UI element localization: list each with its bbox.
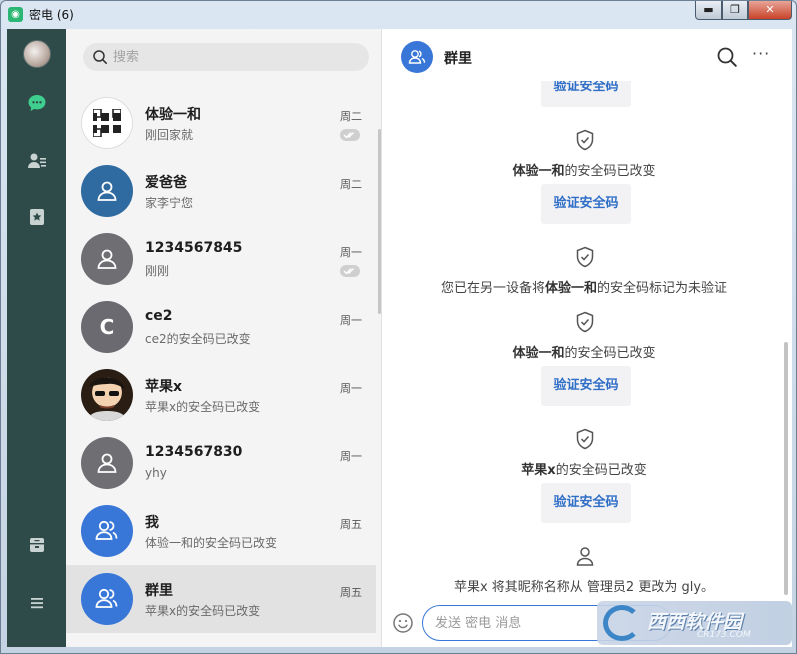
- conversation-preview: ce2的安全码已改变: [145, 332, 251, 346]
- shield-check-icon: [575, 311, 595, 333]
- watermark-logo: 西西软件园 CR173.COM: [597, 601, 792, 645]
- window-controls: ▬ ❐ ✕: [695, 1, 792, 20]
- avatar[interactable]: [81, 437, 133, 489]
- safety-code-notice: 体验一和的安全码已改变: [512, 164, 656, 179]
- safety-code-notice: 您已在另一设备将体验一和的安全码标记为未验证: [440, 281, 728, 296]
- conversation-time: 周五: [340, 586, 362, 599]
- search-box[interactable]: [83, 43, 369, 71]
- avatar[interactable]: [81, 369, 133, 421]
- conversation-preview: yhy: [145, 466, 167, 480]
- conversation-list-pane: 体验一和刚回家就周二爱爸爸家李宁您周二1234567845刚刚周一Cce2ce2…: [66, 29, 382, 647]
- contact-name: 苹果x: [521, 463, 556, 478]
- avatar[interactable]: [81, 165, 133, 217]
- conversation-name: 爱爸爸: [145, 175, 187, 191]
- conversation-preview: 苹果x的安全码已改变: [145, 604, 261, 618]
- conversation-item[interactable]: 体验一和刚回家就 周二: [66, 89, 376, 157]
- avatar[interactable]: C: [81, 301, 133, 353]
- message-list: 验证安全码 体验一和的安全码已改变 验证安全码 您已在另一设备将体验一和的安全码标记为…: [382, 81, 786, 595]
- chat-scrollbar[interactable]: [784, 342, 788, 595]
- avatar[interactable]: [81, 573, 133, 625]
- conversation-item[interactable]: 1234567830 yhy 周一: [66, 429, 376, 497]
- title-bar[interactable]: ◉ 密电 (6) ▬ ❐ ✕: [1, 1, 796, 27]
- conversation-name: 1234567845: [145, 240, 243, 256]
- conversation-item[interactable]: 苹果x 苹果x的安全码已改变 周一: [66, 361, 376, 429]
- maximize-button[interactable]: ❐: [722, 1, 748, 20]
- conversation-name: 苹果x: [145, 379, 183, 395]
- menu-icon[interactable]: [26, 592, 48, 614]
- close-button[interactable]: ✕: [748, 1, 792, 20]
- conversation-preview: 刚刚: [145, 264, 170, 278]
- search-icon: [93, 50, 107, 64]
- conversation-time: 周五: [340, 518, 362, 531]
- conversation-name: ce2: [145, 308, 173, 324]
- avatar[interactable]: [81, 97, 133, 149]
- read-receipt-icon: [340, 265, 360, 277]
- read-receipt-icon: [340, 129, 360, 141]
- verify-safety-code-button[interactable]: 验证安全码: [541, 184, 631, 224]
- watermark-ring-icon: [603, 605, 641, 641]
- conversation-preview: 家李宁您: [145, 196, 194, 210]
- conversation-name: 我: [145, 515, 159, 531]
- group-avatar[interactable]: [401, 41, 433, 73]
- shield-check-icon: [575, 246, 595, 268]
- conversation-time: 周一: [340, 450, 362, 463]
- conversation-preview: 体验一和的安全码已改变: [145, 536, 278, 550]
- more-options-icon[interactable]: ···: [752, 44, 774, 66]
- conversation-time: 周一: [340, 314, 362, 327]
- user-avatar[interactable]: [23, 40, 51, 68]
- conversation-preview: 刚回家就: [145, 128, 194, 142]
- conversation-time: 周二: [340, 110, 362, 123]
- contact-name: 体验一和: [544, 281, 597, 296]
- search-input[interactable]: [113, 47, 353, 67]
- conversation-item[interactable]: 1234567845 刚刚 周一: [66, 225, 376, 293]
- person-outline-icon: [575, 545, 595, 567]
- contact-name: 体验一和: [512, 164, 565, 179]
- conversation-time: 周一: [340, 246, 362, 259]
- group-icon: [408, 50, 426, 64]
- conversation-item[interactable]: 我体验一和的安全码已改变 周五: [66, 497, 376, 565]
- contacts-icon[interactable]: [26, 150, 48, 172]
- safety-code-notice: 苹果x的安全码已改变: [521, 463, 647, 478]
- conversation-name: 体验一和: [145, 107, 201, 123]
- chat-header: 群里 ···: [382, 29, 792, 81]
- conversation-name: 群里: [145, 583, 173, 599]
- chat-bubble-icon: ◉: [8, 7, 23, 22]
- avatar[interactable]: [81, 233, 133, 285]
- nav-rail: [7, 29, 66, 647]
- search-icon[interactable]: [716, 46, 738, 68]
- chat-title: 群里: [444, 51, 472, 67]
- emoji-icon[interactable]: [392, 612, 414, 634]
- app-window: ◉ 密电 (6) ▬ ❐ ✕ 体验一和刚回家就周二爱爸爸家李: [0, 0, 797, 654]
- archive-icon[interactable]: [26, 534, 48, 556]
- avatar[interactable]: [81, 505, 133, 557]
- conversation-item[interactable]: Cce2 ce2的安全码已改变 周一: [66, 293, 376, 361]
- shield-check-icon: [575, 428, 595, 450]
- conversation-item[interactable]: 爱爸爸家李宁您 周二: [66, 157, 376, 225]
- minimize-button[interactable]: ▬: [695, 1, 722, 20]
- avatar-initial: C: [99, 315, 115, 339]
- chat-icon[interactable]: [26, 92, 48, 114]
- verify-safety-code-button[interactable]: 验证安全码: [541, 81, 631, 107]
- watermark-subtext: CR173.COM: [697, 630, 751, 640]
- conversation-time: 周一: [340, 382, 362, 395]
- conversation-item[interactable]: 群里苹果x的安全码已改变 周五: [66, 565, 376, 633]
- list-scrollbar[interactable]: [378, 129, 381, 314]
- nickname-change-notice: 苹果x 将其昵称名称从 管理员2 更改为 gly。: [453, 580, 715, 595]
- contact-name: 体验一和: [512, 346, 565, 361]
- chat-pane: 群里 ··· 验证安全码 体验一和的安全码已改变 验证安全码 您已在另一设备将体验一和…: [382, 29, 792, 647]
- shield-check-icon: [575, 129, 595, 151]
- verify-safety-code-button[interactable]: 验证安全码: [541, 483, 631, 523]
- conversation-list: 体验一和 刚回家就 周二 爱爸爸 家李宁您 周二 1234567845 刚刚 周一 Cce2 ce2…: [66, 89, 376, 647]
- conversation-preview: 苹果x的安全码已改变: [145, 400, 261, 414]
- favorites-icon[interactable]: [26, 206, 48, 228]
- verify-safety-code-button[interactable]: 验证安全码: [541, 366, 631, 406]
- window-title: 密电 (6): [29, 8, 74, 22]
- conversation-time: 周二: [340, 178, 362, 191]
- conversation-name: 1234567830: [145, 444, 243, 460]
- safety-code-notice: 体验一和的安全码已改变: [512, 346, 656, 361]
